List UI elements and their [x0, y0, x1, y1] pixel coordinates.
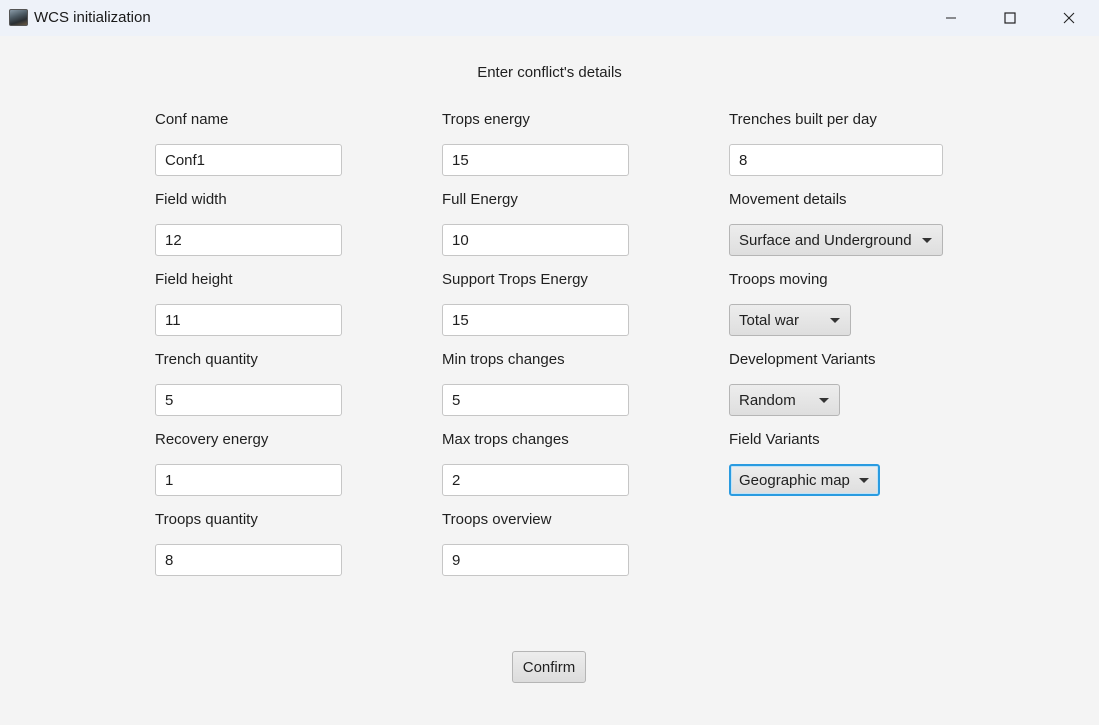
- close-icon: [1063, 12, 1075, 24]
- movement-details-label: Movement details: [729, 191, 847, 208]
- max-trops-changes-label: Max trops changes: [442, 431, 569, 448]
- chevron-down-icon: [922, 238, 932, 243]
- field-variants-label: Field Variants: [729, 431, 820, 448]
- title-bar: WCS initialization: [0, 0, 1099, 36]
- trenches-per-day-label: Trenches built per day: [729, 111, 877, 128]
- field-height-label: Field height: [155, 271, 233, 288]
- chevron-down-icon: [819, 398, 829, 403]
- form-heading: Enter conflict's details: [477, 64, 622, 81]
- recovery-energy-label: Recovery energy: [155, 431, 269, 448]
- trops-energy-field[interactable]: [442, 144, 629, 176]
- minimize-icon: [946, 17, 956, 19]
- min-trops-changes-field[interactable]: [442, 384, 629, 416]
- conf-name-field[interactable]: [155, 144, 342, 176]
- minimize-button[interactable]: [922, 0, 980, 36]
- troops-overview-label: Troops overview: [442, 511, 552, 528]
- troops-quantity-field[interactable]: [155, 544, 342, 576]
- trops-energy-label: Trops energy: [442, 111, 530, 128]
- movement-details-value: Surface and Underground: [739, 231, 912, 249]
- wcs-initialization-window: WCS initialization Enter conflict's deta…: [0, 0, 1099, 725]
- movement-details-dropdown[interactable]: Surface and Underground: [729, 224, 943, 256]
- close-button[interactable]: [1040, 0, 1098, 36]
- full-energy-label: Full Energy: [442, 191, 518, 208]
- chevron-down-icon: [830, 318, 840, 323]
- field-height-field[interactable]: [155, 304, 342, 336]
- min-trops-changes-label: Min trops changes: [442, 351, 565, 368]
- recovery-energy-field[interactable]: [155, 464, 342, 496]
- field-variants-value: Geographic map: [739, 471, 850, 489]
- confirm-button[interactable]: Confirm: [512, 651, 586, 683]
- app-icon: [9, 9, 28, 26]
- trenches-per-day-field[interactable]: [729, 144, 943, 176]
- maximize-button[interactable]: [981, 0, 1039, 36]
- troops-moving-dropdown[interactable]: Total war: [729, 304, 851, 336]
- maximize-icon: [1004, 12, 1016, 24]
- field-width-label: Field width: [155, 191, 227, 208]
- troops-overview-field[interactable]: [442, 544, 629, 576]
- troops-quantity-label: Troops quantity: [155, 511, 258, 528]
- support-trops-energy-field[interactable]: [442, 304, 629, 336]
- max-trops-changes-field[interactable]: [442, 464, 629, 496]
- support-trops-energy-label: Support Trops Energy: [442, 271, 588, 288]
- trench-quantity-label: Trench quantity: [155, 351, 258, 368]
- development-variants-label: Development Variants: [729, 351, 876, 368]
- troops-moving-value: Total war: [739, 311, 800, 329]
- full-energy-field[interactable]: [442, 224, 629, 256]
- window-title: WCS initialization: [34, 9, 151, 26]
- field-width-field[interactable]: [155, 224, 342, 256]
- chevron-down-icon: [859, 478, 869, 483]
- development-variants-dropdown[interactable]: Random: [729, 384, 840, 416]
- development-variants-value: Random: [739, 391, 796, 409]
- trench-quantity-field[interactable]: [155, 384, 342, 416]
- field-variants-dropdown[interactable]: Geographic map: [729, 464, 880, 496]
- troops-moving-label: Troops moving: [729, 271, 828, 288]
- conf-name-label: Conf name: [155, 111, 229, 128]
